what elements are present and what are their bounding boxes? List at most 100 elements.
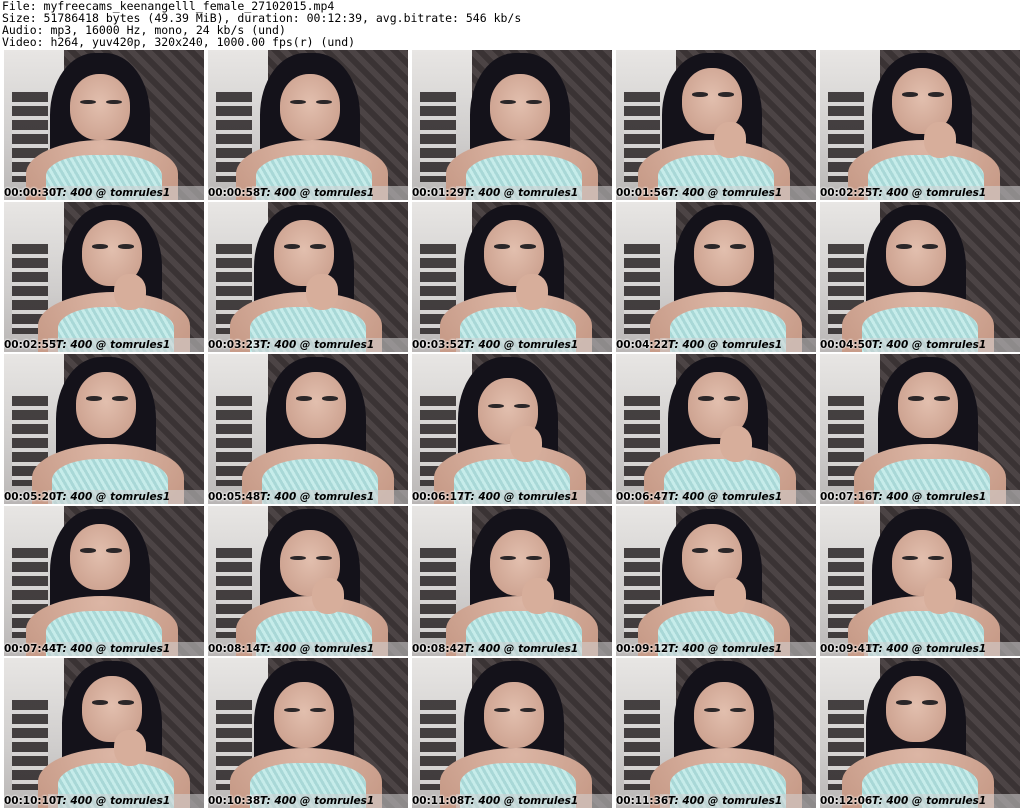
thumbnail-scene bbox=[616, 202, 816, 352]
thumbnail-overlay-text: IT: 400 @ tomrules1 bbox=[256, 643, 375, 655]
thumbnail-timestamp: 00:07:16 bbox=[820, 491, 873, 503]
person-eye bbox=[296, 396, 312, 401]
person-eye bbox=[922, 244, 938, 249]
person-eye bbox=[310, 707, 326, 712]
thumbnail-overlay-text: IT: 400 @ tomrules1 bbox=[664, 491, 783, 503]
person-eye bbox=[310, 244, 326, 249]
person-hand bbox=[522, 578, 554, 614]
person-eye bbox=[322, 396, 338, 401]
thumbnail-timestamp: 00:06:17 bbox=[412, 491, 465, 503]
video-thumbnail: IT: 400 @ tomrules1 00:08:14 bbox=[208, 506, 408, 656]
thumbnail-scene bbox=[616, 50, 816, 200]
person-eye bbox=[718, 548, 734, 553]
person-eye bbox=[290, 555, 306, 560]
thumbnail-caption: IT: 400 @ tomrules1 00:07:44 bbox=[4, 642, 204, 656]
person-eye bbox=[112, 396, 128, 401]
thumbnail-timestamp: 00:11:08 bbox=[412, 795, 465, 807]
thumbnail-overlay-text: IT: 400 @ tomrules1 bbox=[256, 795, 375, 807]
thumbnail-scene bbox=[4, 202, 204, 352]
thumbnail-timestamp: 00:08:14 bbox=[208, 643, 261, 655]
thumbnail-timestamp: 00:10:38 bbox=[208, 795, 261, 807]
video-thumbnail: IT: 400 @ tomrules1 00:00:58 bbox=[208, 50, 408, 200]
file-info-header: File: myfreecams_keenangelll_female_2710… bbox=[2, 0, 1022, 50]
video-thumbnail: IT: 400 @ tomrules1 00:03:23 bbox=[208, 202, 408, 352]
thumbnail-overlay-text: IT: 400 @ tomrules1 bbox=[460, 795, 579, 807]
thumbnail-scene bbox=[412, 658, 612, 808]
video-thumbnail: IT: 400 @ tomrules1 00:02:55 bbox=[4, 202, 204, 352]
person-eye bbox=[692, 92, 708, 97]
person-eye bbox=[902, 555, 918, 560]
person-eye bbox=[284, 707, 300, 712]
video-thumbnail: IT: 400 @ tomrules1 00:01:56 bbox=[616, 50, 816, 200]
person-eye bbox=[514, 403, 530, 408]
thumbnail-timestamp: 00:12:06 bbox=[820, 795, 873, 807]
video-thumbnail: IT: 400 @ tomrules1 00:06:47 bbox=[616, 354, 816, 504]
thumbnail-overlay-text: IT: 400 @ tomrules1 bbox=[256, 187, 375, 199]
thumbnail-overlay-text: IT: 400 @ tomrules1 bbox=[868, 187, 987, 199]
thumbnail-overlay-text: IT: 400 @ tomrules1 bbox=[256, 491, 375, 503]
video-thumbnail: IT: 400 @ tomrules1 00:09:12 bbox=[616, 506, 816, 656]
video-thumbnail: IT: 400 @ tomrules1 00:11:08 bbox=[412, 658, 612, 808]
thumbnail-overlay-text: IT: 400 @ tomrules1 bbox=[868, 491, 987, 503]
person-eye bbox=[896, 244, 912, 249]
thumbnail-caption: IT: 400 @ tomrules1 00:06:17 bbox=[412, 490, 612, 504]
thumbnail-overlay-text: IT: 400 @ tomrules1 bbox=[460, 491, 579, 503]
thumbnail-timestamp: 00:09:12 bbox=[616, 643, 669, 655]
person-hand bbox=[306, 274, 338, 310]
person-eye bbox=[488, 403, 504, 408]
thumbnail-timestamp: 00:05:20 bbox=[4, 491, 57, 503]
video-thumbnail: IT: 400 @ tomrules1 00:10:38 bbox=[208, 658, 408, 808]
person-eye bbox=[718, 92, 734, 97]
thumbnail-caption: IT: 400 @ tomrules1 00:11:36 bbox=[616, 794, 816, 808]
thumbnail-scene bbox=[820, 50, 1020, 200]
thumbnail-scene bbox=[4, 506, 204, 656]
person-eye bbox=[118, 244, 134, 249]
person-eye bbox=[520, 244, 536, 249]
person-eye bbox=[316, 555, 332, 560]
thumbnail-overlay-text: IT: 400 @ tomrules1 bbox=[460, 187, 579, 199]
thumbnail-overlay-text: IT: 400 @ tomrules1 bbox=[664, 795, 783, 807]
thumbnail-scene bbox=[208, 202, 408, 352]
thumbnail-timestamp: 00:09:41 bbox=[820, 643, 873, 655]
thumbnail-caption: IT: 400 @ tomrules1 00:05:20 bbox=[4, 490, 204, 504]
video-info-line: Video: h264, yuv420p, 320x240, 1000.00 f… bbox=[2, 35, 356, 49]
thumbnail-scene bbox=[616, 354, 816, 504]
thumbnail-caption: IT: 400 @ tomrules1 00:00:30 bbox=[4, 186, 204, 200]
thumbnail-caption: IT: 400 @ tomrules1 00:06:47 bbox=[616, 490, 816, 504]
thumbnail-timestamp: 00:02:25 bbox=[820, 187, 873, 199]
person-face bbox=[694, 682, 754, 748]
video-thumbnail: IT: 400 @ tomrules1 00:08:42 bbox=[412, 506, 612, 656]
video-thumbnail: IT: 400 @ tomrules1 00:06:17 bbox=[412, 354, 612, 504]
thumbnail-scene bbox=[4, 50, 204, 200]
person-eye bbox=[928, 555, 944, 560]
person-hand bbox=[312, 578, 344, 614]
thumbnail-caption: IT: 400 @ tomrules1 00:00:58 bbox=[208, 186, 408, 200]
thumbnail-overlay-text: IT: 400 @ tomrules1 bbox=[664, 187, 783, 199]
thumbnail-scene bbox=[208, 658, 408, 808]
thumbnail-caption: IT: 400 @ tomrules1 00:02:25 bbox=[820, 186, 1020, 200]
thumbnail-overlay-text: IT: 400 @ tomrules1 bbox=[460, 339, 579, 351]
video-thumbnail: IT: 400 @ tomrules1 00:04:50 bbox=[820, 202, 1020, 352]
person-eye bbox=[284, 244, 300, 249]
thumbnail-overlay-text: IT: 400 @ tomrules1 bbox=[52, 187, 171, 199]
video-thumbnail: IT: 400 @ tomrules1 00:07:44 bbox=[4, 506, 204, 656]
person-face bbox=[490, 74, 550, 140]
person-eye bbox=[526, 99, 542, 104]
person-hand bbox=[924, 122, 956, 158]
person-eye bbox=[118, 700, 134, 705]
thumbnail-grid: IT: 400 @ tomrules1 00:00:30 IT: 400 @ tom… bbox=[4, 50, 1023, 809]
thumbnail-timestamp: 00:00:30 bbox=[4, 187, 57, 199]
thumbnail-scene bbox=[412, 506, 612, 656]
thumbnail-scene bbox=[820, 202, 1020, 352]
video-thumbnail: IT: 400 @ tomrules1 00:09:41 bbox=[820, 506, 1020, 656]
person-eye bbox=[520, 707, 536, 712]
person-eye bbox=[106, 99, 122, 104]
person-eye bbox=[896, 700, 912, 705]
thumbnail-caption: IT: 400 @ tomrules1 00:07:16 bbox=[820, 490, 1020, 504]
thumbnail-overlay-text: IT: 400 @ tomrules1 bbox=[868, 643, 987, 655]
person-eye bbox=[704, 707, 720, 712]
person-eye bbox=[730, 244, 746, 249]
person-hand bbox=[510, 426, 542, 462]
thumbnail-scene bbox=[208, 50, 408, 200]
thumbnail-caption: IT: 400 @ tomrules1 00:04:22 bbox=[616, 338, 816, 352]
